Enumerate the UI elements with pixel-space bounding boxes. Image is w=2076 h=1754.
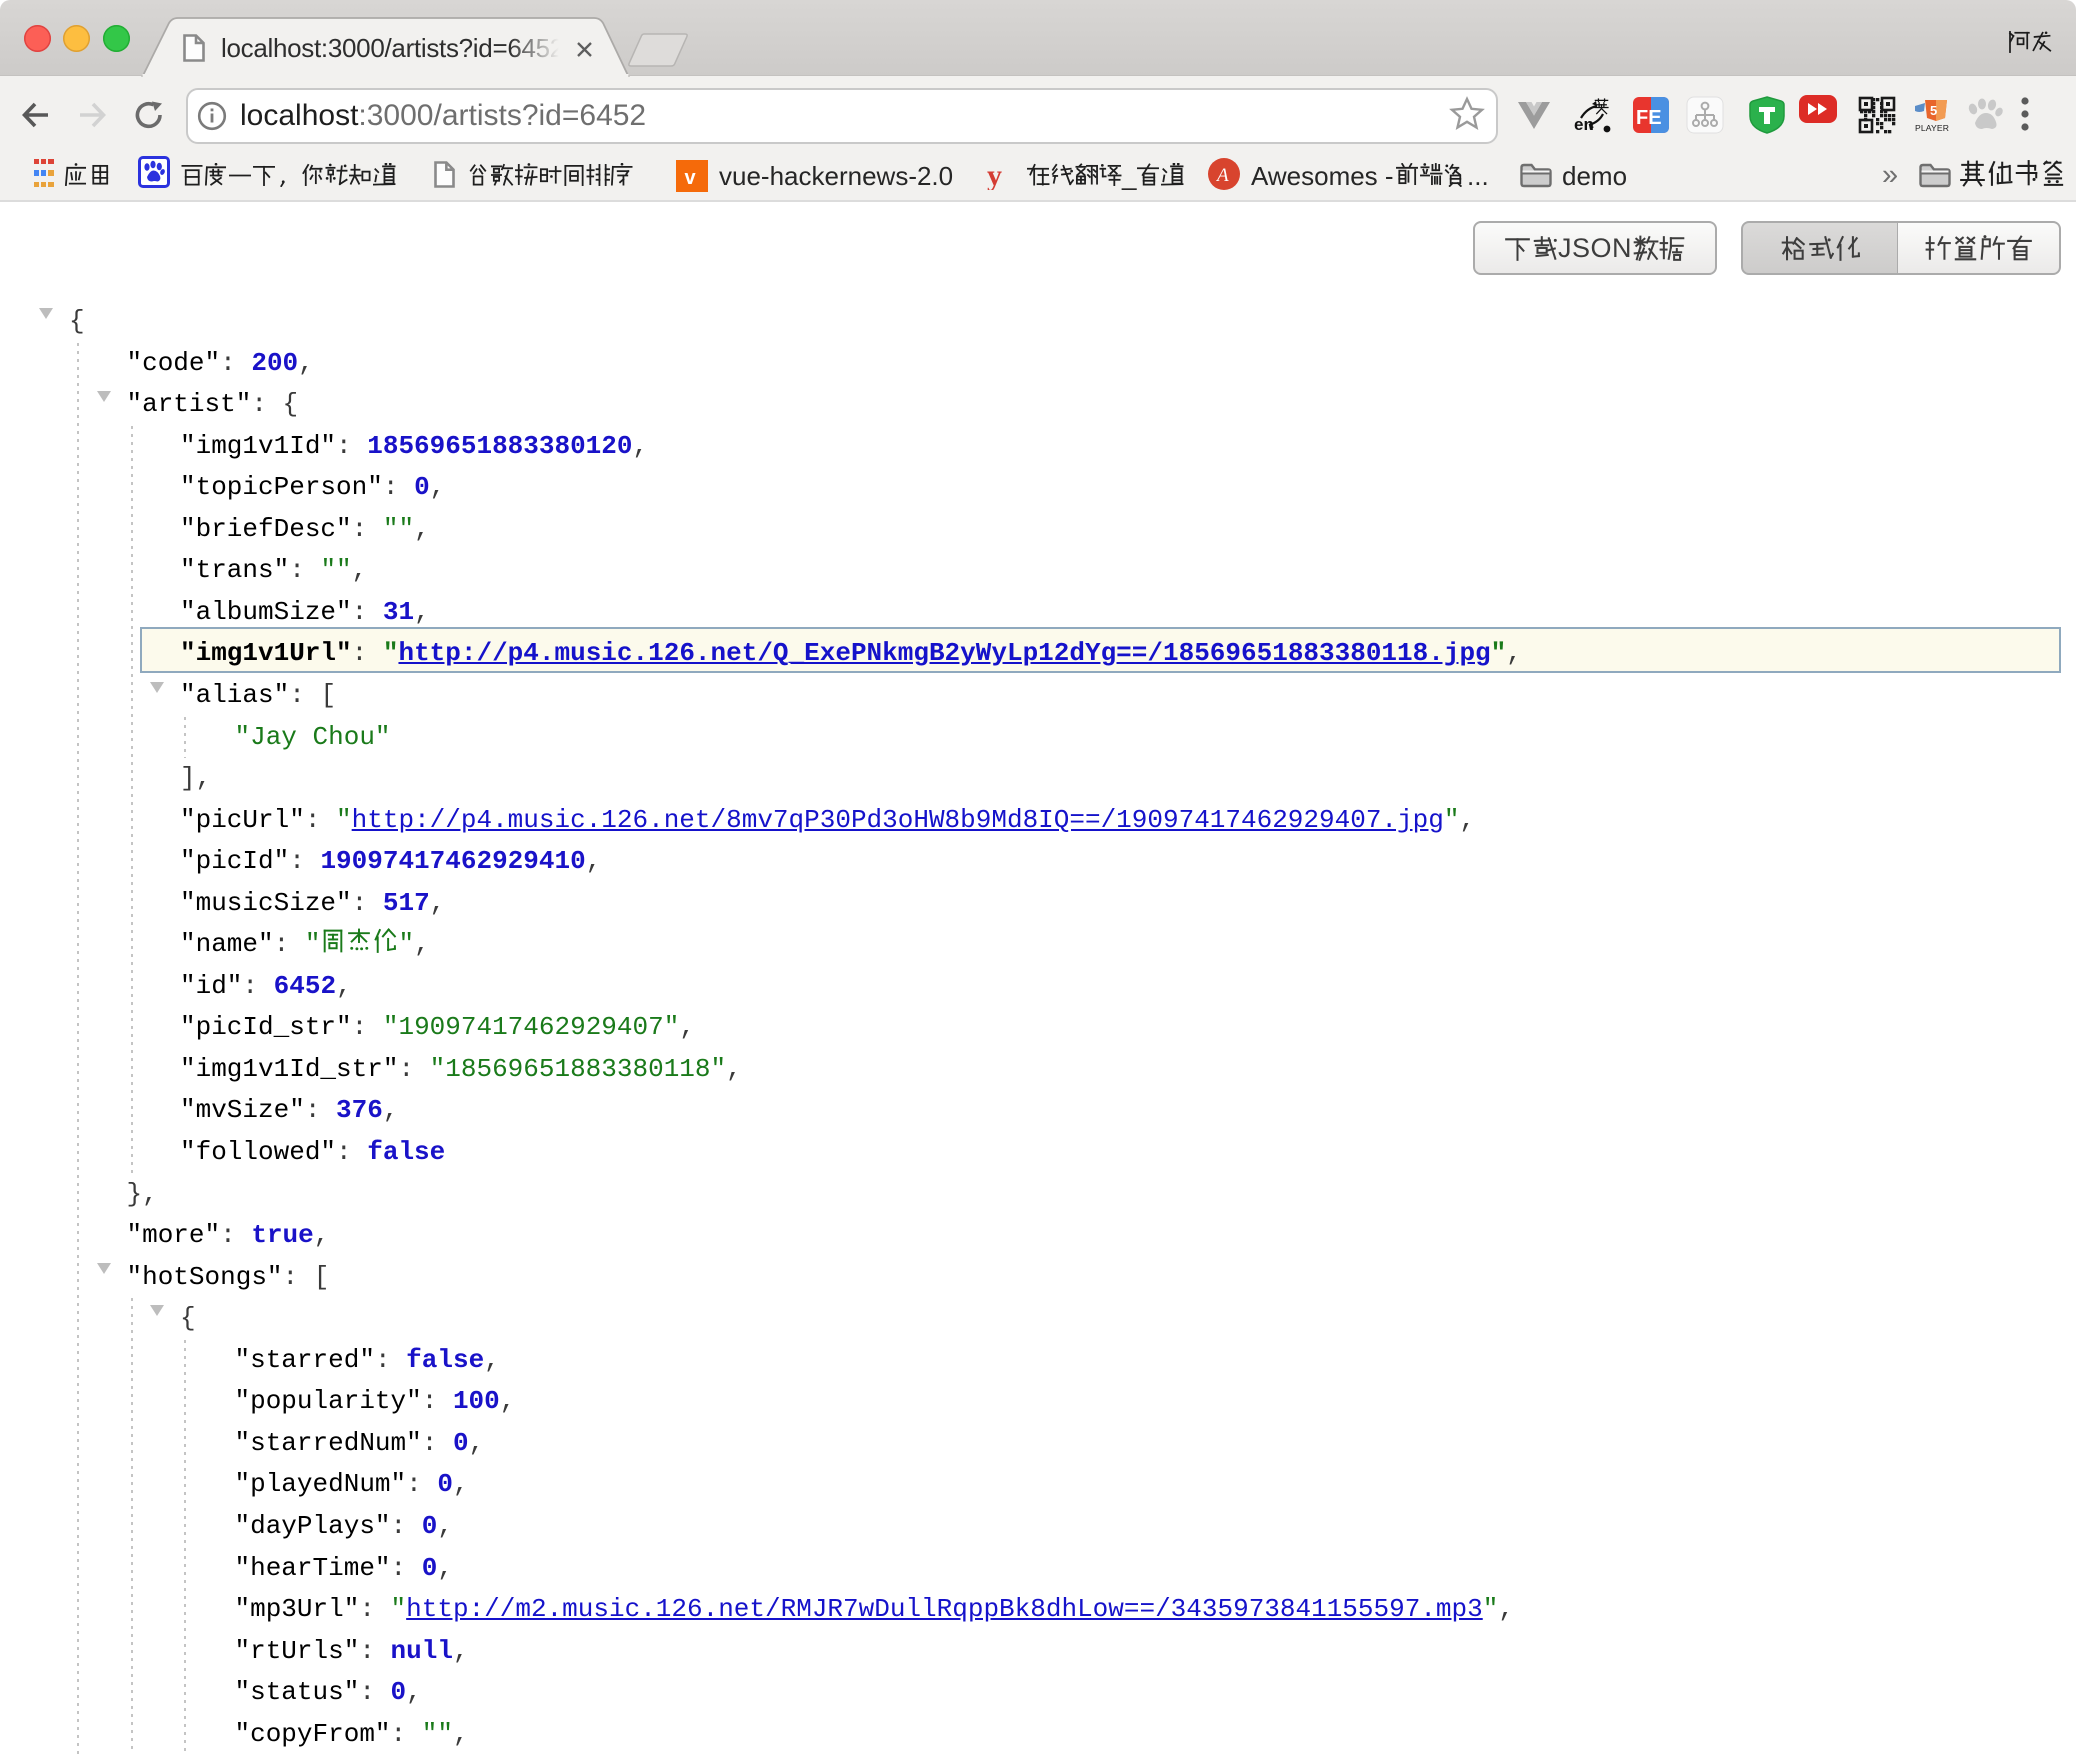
svg-text:5: 5: [1930, 103, 1937, 118]
svg-text:FE: FE: [1636, 107, 1662, 129]
svg-text:A: A: [1215, 165, 1229, 186]
svg-text:v: v: [685, 167, 697, 189]
svg-text:y: y: [987, 159, 1002, 190]
svg-text:PLAYER: PLAYER: [1915, 123, 1949, 133]
